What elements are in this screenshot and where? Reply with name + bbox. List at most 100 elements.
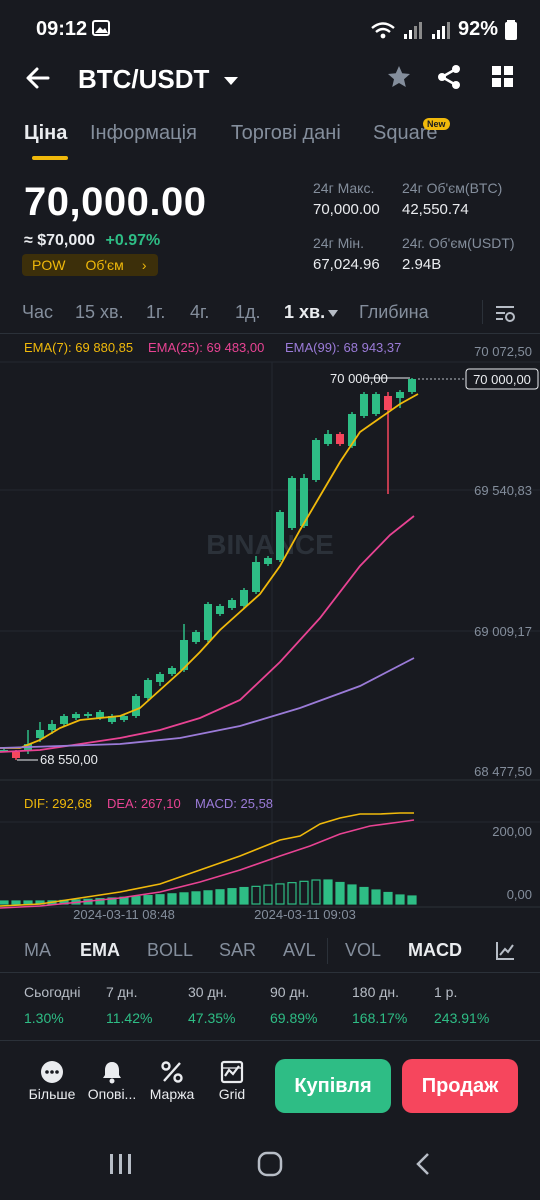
tab-price[interactable]: Ціна [24,122,67,145]
status-right: 92% [370,18,518,41]
macd-bar [395,894,405,905]
candle-body [408,379,416,392]
candle-body [324,434,332,444]
time-axis-2: 2024-03-11 09:03 [254,907,356,922]
gallery-icon [92,20,110,36]
buy-button[interactable]: Купівля [275,1059,391,1113]
indicator-settings-icon[interactable] [494,940,516,962]
chevron-down-icon [223,77,238,86]
macd-bar [167,893,177,905]
system-nav-bar [0,1130,540,1200]
tab-underline [32,156,68,160]
bell-icon [103,1062,121,1084]
tf-time[interactable]: Час [22,302,53,323]
macd-bar [227,888,237,905]
alerts-button[interactable]: Опові... [82,1060,142,1102]
margin-button[interactable]: Маржа [142,1060,202,1102]
macd-bar [179,892,189,905]
candle-body [228,600,236,608]
perf-value: 243.91% [434,1010,490,1026]
signal-icon [403,21,422,39]
ema99-line [0,657,415,749]
candle-body [288,478,296,528]
timeframe-row: Час 15 хв. 1г. 4г. 1д. 1 хв. Глибина [0,298,540,328]
candle-body [132,696,140,716]
star-icon[interactable] [386,64,412,90]
price-change: +0.97% [105,232,161,249]
pair-title[interactable]: BTC/USDT [78,64,239,95]
tf-1d[interactable]: 1д. [235,302,261,323]
candles [0,378,416,760]
candle-body [372,394,380,414]
ind-ema[interactable]: EMA [80,940,120,961]
macd-bar [155,894,165,905]
perf-label: 7 дн. [106,984,138,1000]
candle-body [240,590,248,606]
ind-vol[interactable]: VOL [345,940,381,961]
more-button[interactable]: Більше [22,1060,82,1102]
ind-sar[interactable]: SAR [219,940,256,961]
dea-legend: DEA: 267,10 [107,796,181,811]
tf-1h[interactable]: 1г. [146,302,165,323]
macd-bar [407,895,417,905]
home-icon[interactable] [257,1151,283,1177]
macd-bar [323,879,333,905]
tab-trading-data[interactable]: Торгові дані [231,122,341,145]
ind-ma[interactable]: MA [24,940,51,961]
tf-dropdown-icon [328,310,338,317]
tag-row[interactable]: POW Об'єм › [22,254,158,276]
recent-apps-icon[interactable] [108,1152,134,1176]
battery-icon [505,19,517,40]
candle-body [156,674,164,682]
perf-30d: 30 дн. 47.35% [188,984,235,1026]
chart-settings-icon[interactable] [494,302,516,324]
back-nav-icon[interactable] [414,1152,432,1176]
ind-avl[interactable]: AVL [283,940,316,961]
perf-label: Сьогодні [24,984,81,1000]
tab-info[interactable]: Інформація [90,122,197,145]
tf-divider [482,300,483,324]
ind-boll[interactable]: BOLL [147,940,193,961]
perf-value: 1.30% [24,1010,64,1026]
macd-axis-2: 0,00 [507,887,532,902]
price-usd-row: ≈ $70,000 +0.97% [24,232,160,250]
indicator-divider [0,972,540,973]
percent-icon [161,1061,183,1083]
back-arrow-icon[interactable] [24,64,52,92]
ind-macd[interactable]: MACD [408,940,462,961]
price-chart[interactable]: EMA(7): 69 880,85 EMA(25): 69 483,00 EMA… [0,332,540,932]
grid-button[interactable]: Grid [202,1060,262,1102]
candle-body [144,680,152,698]
stat-vol-btc-label: 24г Об'єм(BTC) [402,180,503,196]
sell-button[interactable]: Продаж [402,1059,518,1113]
price-axis-2: 69 540,83 [474,483,532,498]
macd-bar [143,895,153,905]
tf-4h[interactable]: 4г. [190,302,209,323]
macd-legend: MACD: 25,58 [195,796,273,811]
perf-value: 168.17% [352,1010,408,1026]
ema-lines [0,393,419,753]
candle-body [384,396,392,410]
tf-depth[interactable]: Глибина [359,302,429,323]
tf-1m[interactable]: 1 хв. [284,302,325,323]
share-icon[interactable] [436,64,462,90]
stat-low-value: 67,024.96 [313,256,380,273]
macd-bar [0,900,9,905]
macd-bar [191,891,201,905]
perf-label: 30 дн. [188,984,228,1000]
macd-bar [359,886,369,905]
perf-7d: 7 дн. 11.42% [106,984,152,1026]
ind-divider [327,938,328,964]
bottom-action-bar: Більше Опові... Маржа Grid Купівля Прода… [0,1052,540,1122]
tf-15m[interactable]: 15 хв. [75,302,124,323]
last-price: 70,000.00 [24,180,207,224]
price-usd: ≈ $70,000 [24,232,96,249]
candle-body [36,730,44,738]
tag-volume: Об'єм [85,257,124,273]
ema7-legend: EMA(7): 69 880,85 [24,340,133,355]
candle-body [12,752,20,758]
bottom-divider [0,1040,540,1041]
indicator-row: MA EMA BOLL SAR AVL VOL MACD [0,938,540,968]
candle-body [216,606,224,614]
layout-grid-icon[interactable] [490,64,516,90]
